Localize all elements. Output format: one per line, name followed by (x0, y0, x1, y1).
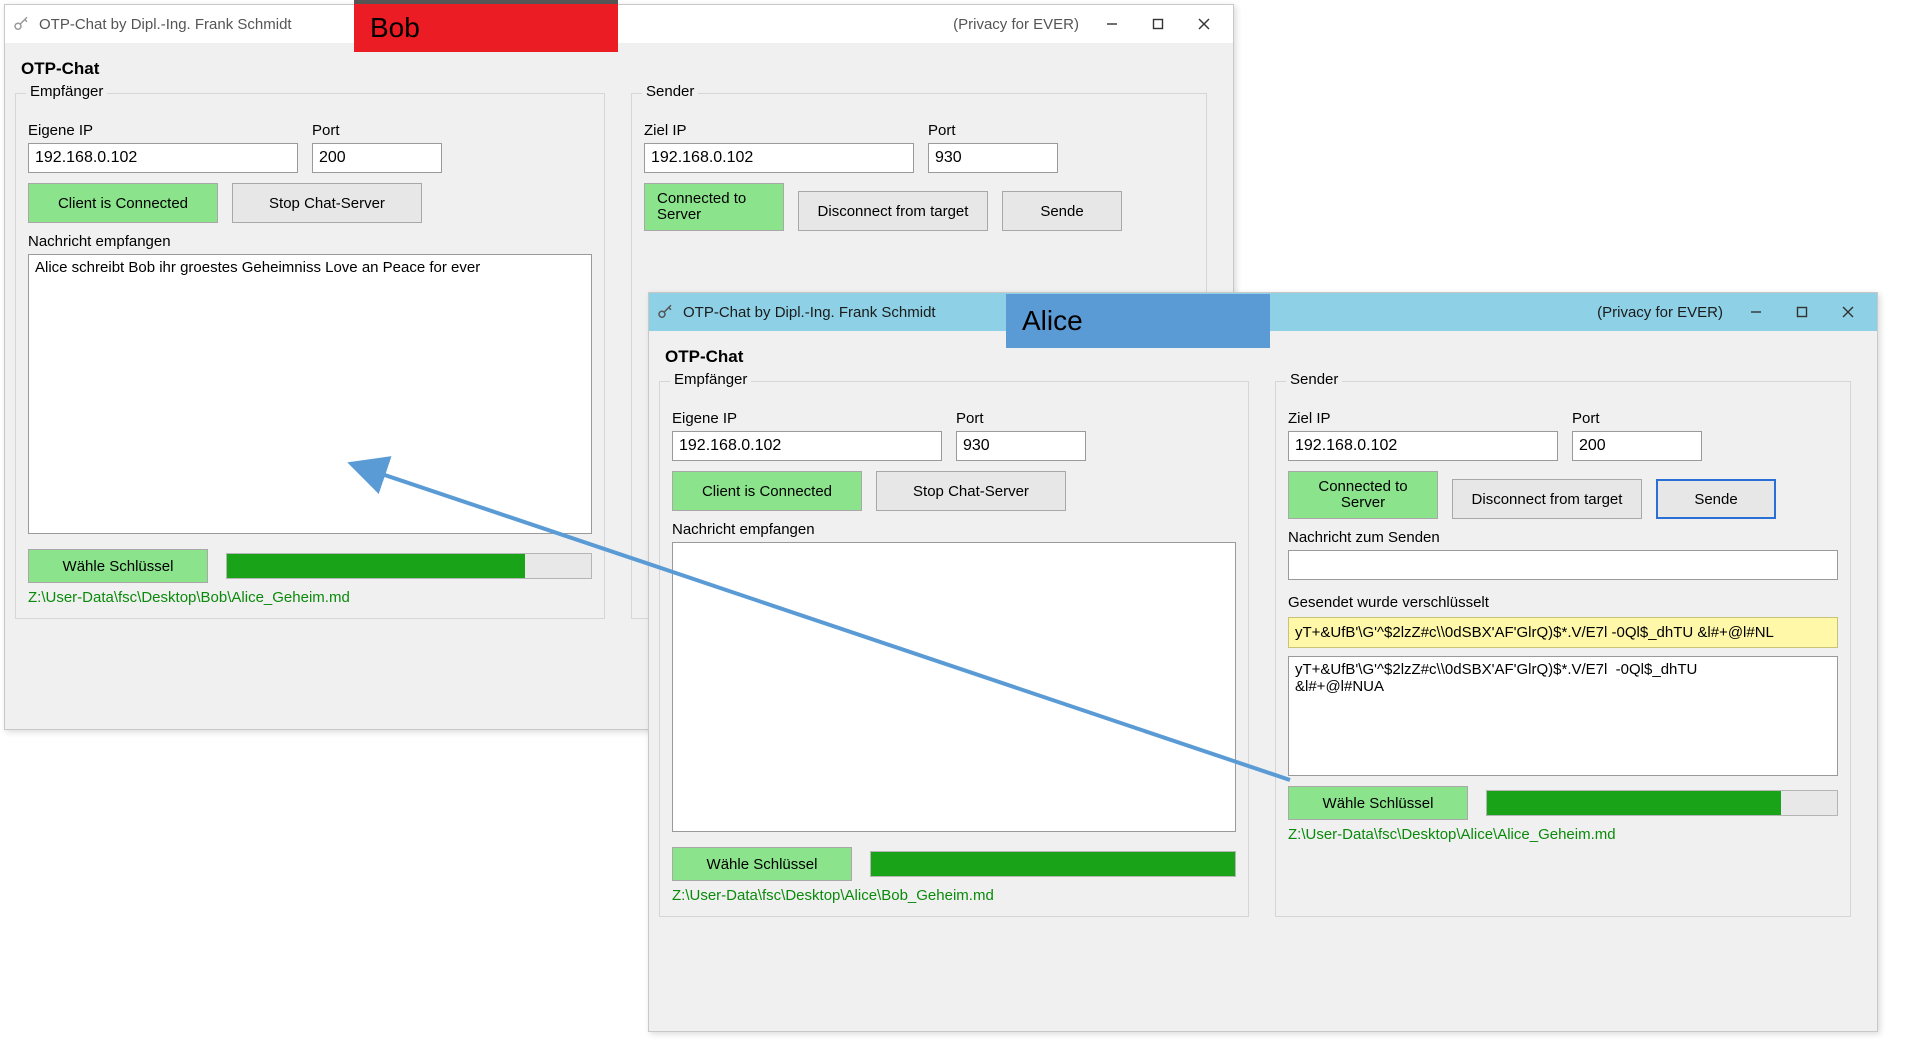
alice-msg-recv-label: Nachricht empfangen (672, 521, 1236, 538)
bob-send-button[interactable]: Sende (1002, 191, 1122, 231)
alice-receiver-group: Empfänger Eigene IP Port Client is Conne… (659, 381, 1249, 917)
alice-maximize-button[interactable] (1779, 297, 1825, 327)
alice-send-key-progress (1486, 790, 1838, 816)
alice-msg-send-label: Nachricht zum Senden (1288, 529, 1838, 546)
alice-name-tag: Alice (1006, 294, 1270, 348)
alice-disconnect-button[interactable]: Disconnect from target (1452, 479, 1642, 519)
bob-target-ip-label: Ziel IP (644, 122, 914, 139)
bob-send-port-label: Port (928, 122, 1058, 139)
alice-send-button[interactable]: Sende (1656, 479, 1776, 519)
bob-stop-server-button[interactable]: Stop Chat-Server (232, 183, 422, 223)
bob-receiver-group: Empfänger Eigene IP Port Client is Conne… (15, 93, 605, 619)
bob-choose-key-button[interactable]: Wähle Schlüssel (28, 549, 208, 583)
alice-target-ip-input[interactable] (1288, 431, 1558, 461)
bob-name-tag-text: Bob (370, 12, 420, 44)
alice-send-port-label: Port (1572, 410, 1702, 427)
bob-msg-recv-label: Nachricht empfangen (28, 233, 592, 250)
alice-close-button[interactable] (1825, 297, 1871, 327)
key-icon (11, 14, 31, 34)
alice-own-ip-label: Eigene IP (672, 410, 942, 427)
alice-encrypted-line: yT+&UfB'\G'^$2lzZ#c\\0dSBX'AF'GlrQ)$*.V/… (1288, 617, 1838, 648)
alice-encrypted-label: Gesendet wurde verschlüsselt (1288, 594, 1838, 611)
bob-disconnect-button[interactable]: Disconnect from target (798, 191, 988, 231)
alice-send-port-input[interactable] (1572, 431, 1702, 461)
bob-client-connected-button[interactable]: Client is Connected (28, 183, 218, 223)
bob-name-tag: Bob (354, 0, 618, 52)
alice-minimize-button[interactable] (1733, 297, 1779, 327)
alice-send-key-path: Z:\User-Data\fsc\Desktop\Alice\Alice_Geh… (1288, 826, 1838, 843)
alice-recv-choose-key-button[interactable]: Wähle Schlüssel (672, 847, 852, 881)
alice-sender-group: Sender Ziel IP Port Connected to Server … (1275, 381, 1851, 917)
bob-title-text: OTP-Chat by Dipl.-Ing. Frank Schmidt (39, 16, 292, 33)
bob-close-button[interactable] (1181, 9, 1227, 39)
bob-title-right: (Privacy for EVER) (953, 16, 1079, 33)
alice-stop-server-button[interactable]: Stop Chat-Server (876, 471, 1066, 511)
alice-receiver-legend: Empfänger (670, 371, 751, 388)
bob-recv-port-label: Port (312, 122, 442, 139)
alice-app-heading: OTP-Chat (665, 347, 1867, 367)
bob-titlebar[interactable]: OTP-Chat by Dipl.-Ing. Frank Schmidt (Pr… (5, 5, 1233, 43)
bob-minimize-button[interactable] (1089, 9, 1135, 39)
bob-app-heading: OTP-Chat (21, 59, 1223, 79)
alice-received-textarea[interactable] (672, 542, 1236, 832)
bob-key-progress (226, 553, 592, 579)
bob-own-ip-input[interactable] (28, 143, 298, 173)
alice-recv-port-label: Port (956, 410, 1086, 427)
bob-recv-port-input[interactable] (312, 143, 442, 173)
alice-name-tag-text: Alice (1022, 305, 1083, 337)
alice-target-ip-label: Ziel IP (1288, 410, 1558, 427)
bob-receiver-legend: Empfänger (26, 83, 107, 100)
alice-send-input[interactable] (1288, 550, 1838, 580)
alice-recv-key-path: Z:\User-Data\fsc\Desktop\Alice\Bob_Gehei… (672, 887, 1236, 904)
bob-own-ip-label: Eigene IP (28, 122, 298, 139)
alice-connected-server-button[interactable]: Connected to Server (1288, 471, 1438, 519)
alice-window: OTP-Chat by Dipl.-Ing. Frank Schmidt (Pr… (648, 292, 1878, 1032)
alice-sender-legend: Sender (1286, 371, 1342, 388)
bob-maximize-button[interactable] (1135, 9, 1181, 39)
bob-connected-server-button[interactable]: Connected to Server (644, 183, 784, 231)
key-icon (655, 302, 675, 322)
alice-own-ip-input[interactable] (672, 431, 942, 461)
bob-key-path: Z:\User-Data\fsc\Desktop\Bob\Alice_Gehei… (28, 589, 592, 606)
alice-title-right: (Privacy for EVER) (1597, 304, 1723, 321)
alice-title-text: OTP-Chat by Dipl.-Ing. Frank Schmidt (683, 304, 936, 321)
alice-send-choose-key-button[interactable]: Wähle Schlüssel (1288, 786, 1468, 820)
alice-raw-box[interactable]: yT+&UfB'\G'^$2lzZ#c\\0dSBX'AF'GlrQ)$*.V/… (1288, 656, 1838, 776)
bob-received-textarea[interactable] (28, 254, 592, 534)
bob-target-ip-input[interactable] (644, 143, 914, 173)
bob-sender-legend: Sender (642, 83, 698, 100)
alice-recv-port-input[interactable] (956, 431, 1086, 461)
alice-recv-key-progress (870, 851, 1236, 877)
alice-client-connected-button[interactable]: Client is Connected (672, 471, 862, 511)
bob-send-port-input[interactable] (928, 143, 1058, 173)
